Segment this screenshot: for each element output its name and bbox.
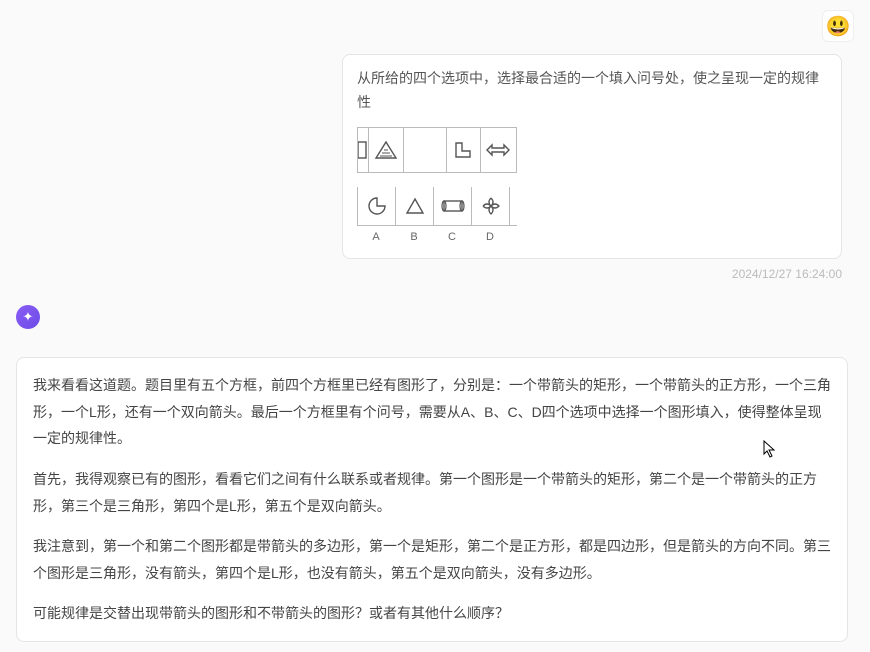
option-b-cell [396, 187, 434, 225]
l-shape-icon [452, 139, 474, 161]
double-arrow-icon [485, 141, 511, 159]
cross-flower-icon [481, 196, 501, 216]
triangle-striped-icon [374, 138, 398, 162]
option-d-cell [472, 187, 510, 225]
puzzle-cell-double-arrow [481, 128, 516, 172]
user-emoji-icon: 😃 [826, 14, 851, 39]
puzzle-cell-partial [358, 128, 369, 172]
message-timestamp: 2024/12/27 16:24:00 [16, 267, 842, 281]
option-label-b: B [395, 226, 433, 247]
puzzle-cell-l-shape [446, 128, 481, 172]
option-label-d: D [471, 226, 509, 247]
triangle-icon [405, 196, 425, 216]
ai-sparkle-icon: ✦ [23, 309, 34, 325]
ai-paragraph: 我注意到，第一个和第二个图形都是带箭头的多边形，第一个是矩形，第二个是正方形，都… [33, 533, 831, 586]
option-labels-row: A B C D [357, 226, 517, 247]
puzzle-cell-spacer [404, 128, 439, 172]
ai-paragraph: 首先，我得观察已有的图形，看看它们之间有什么联系或者规律。第一个图形是一个带箭头… [33, 466, 831, 519]
option-label-a: A [357, 226, 395, 247]
puzzle-cell-triangle [369, 128, 404, 172]
puzzle-image: A B C D [357, 127, 517, 247]
ai-paragraph: 可能规律是交替出现带箭头的图形和不带箭头的图形？或者有其他什么顺序？ [33, 600, 831, 627]
ai-paragraph: 我来看看这道题。题目里有五个方框，前四个方框里已经有图形了，分别是：一个带箭头的… [33, 372, 831, 452]
ai-avatar-row: ✦ [16, 305, 854, 329]
user-message-row: 从所给的四个选项中，选择最合适的一个填入问号处，使之呈现一定的规律性 [16, 50, 854, 259]
user-message-text: 从所给的四个选项中，选择最合适的一个填入问号处，使之呈现一定的规律性 [357, 67, 827, 115]
ai-message-bubble: 我来看看这道题。题目里有五个方框，前四个方框里已经有图形了，分别是：一个带箭头的… [16, 357, 848, 642]
options-row [357, 187, 517, 226]
pie-icon [367, 196, 387, 216]
chat-container: 😃 从所给的四个选项中，选择最合适的一个填入问号处，使之呈现一定的规律性 [0, 0, 870, 652]
option-label-c: C [433, 226, 471, 247]
puzzle-sequence-row [357, 127, 517, 173]
rect-icon [358, 138, 368, 162]
cylinder-icon [441, 197, 465, 215]
option-a-cell [358, 187, 396, 225]
ai-avatar: ✦ [16, 305, 40, 329]
user-avatar: 😃 [822, 10, 854, 42]
user-message-bubble: 从所给的四个选项中，选择最合适的一个填入问号处，使之呈现一定的规律性 [342, 54, 842, 259]
option-c-cell [434, 187, 472, 225]
user-avatar-row: 😃 [16, 10, 854, 42]
